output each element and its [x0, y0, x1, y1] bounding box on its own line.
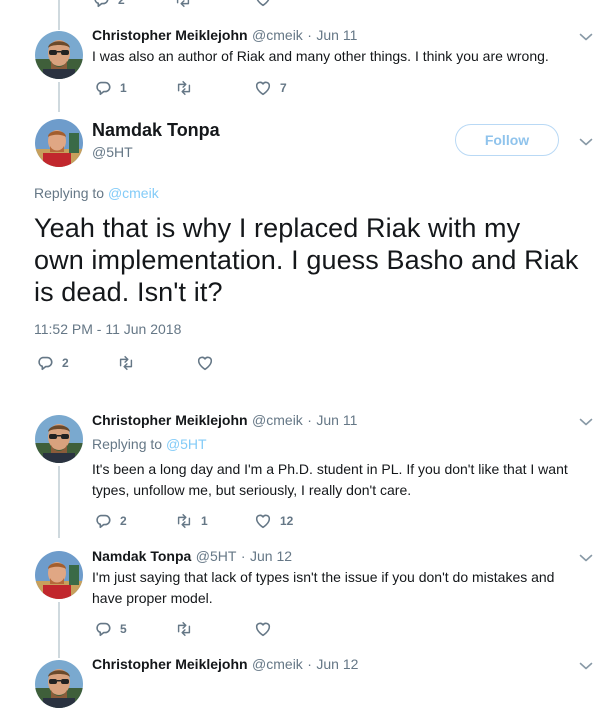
tweet-text-line: Yeah that is why I replaced Riak with my [34, 213, 521, 243]
tweet-text: It's been a long day and I'm a Ph.D. stu… [92, 459, 568, 501]
chevron-down-icon[interactable] [579, 661, 593, 671]
display-name[interactable]: Christopher Meiklejohn [92, 27, 248, 43]
reply-icon [94, 620, 112, 638]
chevron-down-icon[interactable] [579, 32, 593, 42]
display-name[interactable]: Christopher Meiklejohn [92, 656, 248, 672]
retweet-action[interactable] [175, 620, 193, 638]
tweet-header: Christopher Meiklejohn @cmeik · Jun 12 [92, 656, 358, 674]
top-retweet-action[interactable] [174, 0, 192, 9]
replying-to-prefix: Replying to [92, 436, 163, 452]
username[interactable]: @5HT [92, 144, 133, 160]
heart-icon [254, 0, 272, 8]
tweet-date[interactable]: Jun 12 [250, 548, 292, 564]
tweet-text-line: have proper model. [92, 590, 213, 606]
separator-dot: · [307, 656, 312, 672]
retweet-icon [175, 512, 193, 530]
retweet-icon [174, 0, 192, 9]
avatar[interactable] [35, 31, 83, 79]
retweet-action[interactable]: 1 [175, 512, 208, 530]
reply-icon [94, 79, 112, 97]
heart-icon [254, 79, 272, 97]
retweet-count: 1 [201, 514, 208, 528]
avatar[interactable] [35, 660, 83, 708]
separator-dot: · [240, 548, 246, 564]
replying-to-user[interactable]: @5HT [166, 436, 207, 452]
reply-count: 2 [62, 356, 69, 370]
reply-count: 2 [120, 514, 127, 528]
thread-line-top [58, 0, 60, 30]
replying-to: Replying to @cmeik [34, 185, 159, 201]
tweet-text-line: I'm just saying that lack of types isn't… [92, 569, 555, 585]
avatar-image [35, 551, 83, 599]
heart-icon [196, 354, 214, 372]
tweet-text: I was also an author of Riak and many ot… [92, 48, 549, 64]
chevron-down-icon[interactable] [579, 417, 593, 427]
reply-icon [94, 512, 112, 530]
avatar[interactable] [35, 415, 83, 463]
reply-count: 1 [120, 81, 127, 95]
retweet-icon [175, 79, 193, 97]
thread-line [58, 466, 60, 538]
username[interactable]: @cmeik [252, 27, 303, 43]
tweet-text-line: It's been a long day and I'm a Ph.D. stu… [92, 461, 568, 477]
heart-icon [254, 512, 272, 530]
avatar[interactable] [35, 119, 83, 167]
username[interactable]: @cmeik [252, 656, 303, 672]
avatar-image [35, 31, 83, 79]
like-action[interactable]: 12 [254, 512, 293, 530]
reply-icon [36, 354, 54, 372]
tweet-text-line: types, unfollow me, but seriously, I rea… [92, 482, 412, 498]
tweet-text: I'm just saying that lack of types isn't… [92, 567, 554, 609]
retweet-icon [117, 354, 135, 372]
reply-action[interactable]: 2 [36, 354, 69, 372]
avatar-image [35, 660, 83, 708]
like-count: 12 [280, 514, 294, 528]
display-name[interactable]: Namdak Tonpa [92, 120, 220, 141]
tweet-text-line: is dead. Isn't it? [34, 277, 223, 307]
display-name[interactable]: Namdak Tonpa [92, 548, 191, 564]
chevron-down-icon[interactable] [579, 553, 593, 563]
separator-dot: · [307, 412, 312, 428]
reply-action[interactable]: 5 [94, 620, 127, 638]
retweet-icon [175, 620, 193, 638]
avatar-image [35, 119, 83, 167]
thread-line [58, 82, 60, 112]
retweet-action[interactable] [175, 79, 201, 97]
tweet-text: Yeah that is why I replaced Riak with my… [34, 212, 579, 308]
reply-action[interactable]: 2 [94, 512, 127, 530]
avatar-image [35, 415, 83, 463]
tweet-header: Christopher Meiklejohn @cmeik · Jun 11 [92, 27, 357, 45]
display-name[interactable]: Christopher Meiklejohn [92, 412, 248, 428]
heart-icon [254, 620, 272, 638]
top-reply-action[interactable]: 2 [92, 0, 125, 9]
tweet-date[interactable]: Jun 12 [316, 656, 358, 672]
follow-button[interactable]: Follow [455, 124, 559, 156]
thread-line [58, 602, 60, 658]
replying-to-user[interactable]: @cmeik [108, 185, 159, 201]
tweet-date[interactable]: Jun 11 [316, 412, 357, 428]
tweet-timestamp[interactable]: 11:52 PM - 11 Jun 2018 [34, 321, 181, 337]
like-action[interactable] [254, 620, 272, 638]
username[interactable]: @5HT [196, 548, 237, 564]
reply-action[interactable]: 1 [94, 79, 127, 97]
top-like-action[interactable] [254, 0, 272, 8]
reply-icon [92, 0, 110, 9]
username[interactable]: @cmeik [252, 412, 303, 428]
retweet-action[interactable] [117, 354, 135, 372]
tweet-date[interactable]: Jun 11 [316, 27, 357, 43]
tweet-header: Namdak Tonpa @5HT · Jun 12 [92, 548, 292, 566]
tweet-header: Christopher Meiklejohn @cmeik · Jun 11 [92, 412, 357, 430]
avatar[interactable] [35, 551, 83, 599]
like-action[interactable]: 7 [254, 79, 287, 97]
like-action[interactable] [196, 354, 214, 372]
like-count: 7 [280, 81, 287, 95]
separator-dot: · [307, 27, 312, 43]
reply-count: 5 [120, 622, 127, 636]
tweet-text-line: own implementation. I guess Basho and Ri… [34, 245, 579, 275]
chevron-down-icon[interactable] [579, 137, 593, 147]
top-reply-count: 2 [118, 0, 125, 7]
replying-to: Replying to @5HT [92, 436, 207, 452]
replying-to-prefix: Replying to [34, 185, 105, 201]
